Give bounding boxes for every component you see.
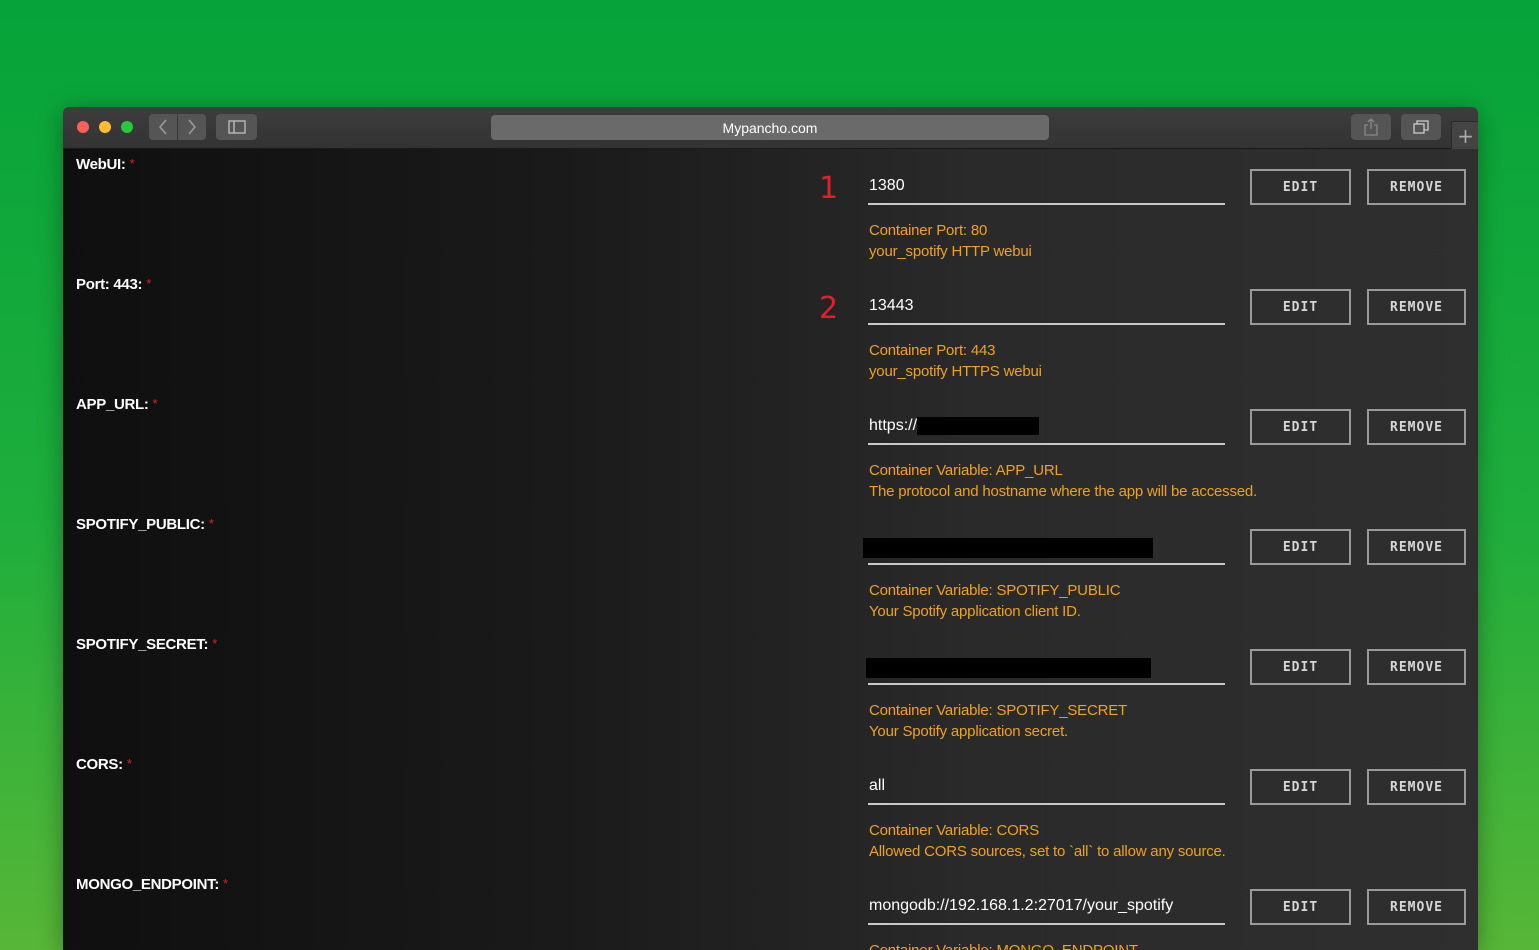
browser-window: Mypancho.com + WebUI: * 1 1380 EDIT REMOV…	[63, 107, 1478, 950]
edit-button[interactable]: EDIT	[1250, 289, 1351, 325]
back-button[interactable]	[149, 114, 177, 140]
description-line: your_spotify HTTPS webui	[869, 363, 1042, 380]
edit-button[interactable]: EDIT	[1250, 769, 1351, 805]
required-asterisk: *	[152, 396, 158, 411]
edit-button[interactable]: EDIT	[1250, 889, 1351, 925]
required-asterisk: *	[126, 756, 132, 771]
value-text: 1380	[869, 177, 905, 194]
description-line: The protocol and hostname where the app …	[869, 483, 1258, 500]
setting-label: Port: 443: *	[76, 276, 151, 293]
address-bar[interactable]: Mypancho.com	[491, 115, 1049, 140]
annotation-marker: 1	[819, 171, 839, 206]
new-tab-button[interactable]: +	[1451, 121, 1478, 149]
share-button[interactable]	[1351, 114, 1391, 140]
value-input[interactable]: 13443	[868, 287, 1225, 325]
setting-label-text: CORS:	[76, 756, 123, 773]
edit-button[interactable]: EDIT	[1250, 169, 1351, 205]
description-line: Container Variable: SPOTIFY_PUBLIC	[869, 582, 1121, 599]
redacted-block	[863, 538, 1153, 558]
redacted-block	[917, 416, 1040, 435]
description-line: Container Variable: MONGO_ENDPOINT	[869, 940, 1138, 950]
setting-description: Container Port: 443 your_spotify HTTPS w…	[869, 340, 1042, 382]
setting-description: Container Variable: APP_URL The protocol…	[869, 460, 1257, 502]
remove-button[interactable]: REMOVE	[1367, 649, 1466, 685]
description-line: Container Port: 443	[869, 342, 996, 359]
value-input[interactable]: https://	[868, 407, 1225, 445]
remove-button[interactable]: REMOVE	[1367, 169, 1466, 205]
description-line: Container Variable: SPOTIFY_SECRET	[869, 702, 1128, 719]
edit-button[interactable]: EDIT	[1250, 649, 1351, 685]
required-asterisk: *	[129, 156, 135, 171]
edit-button[interactable]: EDIT	[1250, 409, 1351, 445]
required-asterisk: *	[146, 276, 151, 291]
value-input[interactable]: all	[868, 767, 1225, 805]
plus-icon: +	[1457, 123, 1474, 148]
remove-button[interactable]: REMOVE	[1367, 889, 1466, 925]
description-line: Allowed CORS sources, set to `all` to al…	[869, 843, 1226, 860]
description-line: Your Spotify application secret.	[869, 723, 1069, 740]
remove-button[interactable]: REMOVE	[1367, 769, 1466, 805]
setting-description: Container Variable: SPOTIFY_PUBLIC Your …	[869, 580, 1121, 622]
zoom-window-button[interactable]	[121, 121, 133, 133]
share-icon	[1364, 118, 1378, 136]
setting-description: Container Variable: CORS Allowed CORS so…	[869, 820, 1226, 862]
description-line: Container Variable: APP_URL	[869, 462, 1063, 479]
setting-row-cors: CORS: * all EDIT REMOVE Container Variabl…	[63, 749, 1478, 869]
close-window-button[interactable]	[77, 121, 89, 133]
edit-button[interactable]: EDIT	[1250, 529, 1351, 565]
value-text: 13443	[869, 297, 914, 314]
remove-button[interactable]: REMOVE	[1367, 289, 1466, 325]
setting-label: SPOTIFY_SECRET: *	[76, 636, 217, 653]
setting-description: Container Variable: MONGO_ENDPOINT	[869, 940, 1138, 950]
show-tabs-button[interactable]	[1401, 114, 1441, 140]
value-input[interactable]: 1380	[868, 167, 1225, 205]
setting-label: MONGO_ENDPOINT: *	[76, 876, 228, 893]
value-text: https://	[869, 417, 918, 434]
setting-row-webui: WebUI: * 1 1380 EDIT REMOVE Container Por…	[63, 149, 1478, 269]
setting-label: CORS: *	[76, 756, 132, 773]
description-line: Container Variable: CORS	[869, 822, 1039, 839]
sidebar-icon	[227, 120, 246, 134]
annotation-marker: 2	[819, 291, 839, 326]
setting-label: APP_URL: *	[76, 396, 158, 413]
setting-label: SPOTIFY_PUBLIC: *	[76, 516, 214, 533]
setting-label-text: APP_URL:	[76, 396, 149, 413]
setting-row-mongo-endpoint: MONGO_ENDPOINT: * mongodb://192.168.1.2:2…	[63, 869, 1478, 950]
forward-button[interactable]	[178, 114, 206, 140]
sidebar-toggle-button[interactable]	[216, 114, 257, 140]
tabs-overview-icon	[1413, 120, 1429, 134]
description-line: Container Port: 80	[869, 222, 988, 239]
address-bar-url: Mypancho.com	[722, 119, 818, 136]
remove-button[interactable]: REMOVE	[1367, 409, 1466, 445]
setting-label-text: SPOTIFY_PUBLIC:	[76, 516, 205, 533]
setting-label-text: WebUI:	[76, 156, 126, 173]
setting-row-spotify-secret: SPOTIFY_SECRET: * EDIT REMOVE Container V…	[63, 629, 1478, 749]
redacted-block	[866, 658, 1151, 678]
description-line: Your Spotify application client ID.	[869, 603, 1081, 620]
setting-description: Container Variable: SPOTIFY_SECRET Your …	[869, 700, 1127, 742]
value-text: mongodb://192.168.1.2:27017/your_spotify	[869, 897, 1174, 914]
setting-row-spotify-public: SPOTIFY_PUBLIC: * EDIT REMOVE Container V…	[63, 509, 1478, 629]
setting-row-port-443: Port: 443: * 2 13443 EDIT REMOVE Containe…	[63, 269, 1478, 389]
value-input[interactable]: mongodb://192.168.1.2:27017/your_spotify	[868, 887, 1225, 925]
chevron-left-icon	[158, 119, 167, 135]
required-asterisk: *	[208, 516, 214, 531]
setting-description: Container Port: 80 your_spotify HTTP web…	[869, 220, 1032, 262]
minimize-window-button[interactable]	[99, 121, 111, 133]
setting-label: WebUI: *	[76, 156, 135, 173]
required-asterisk: *	[212, 636, 217, 651]
page-content: WebUI: * 1 1380 EDIT REMOVE Container Por…	[63, 149, 1478, 950]
description-line: your_spotify HTTP webui	[869, 243, 1032, 260]
remove-button[interactable]: REMOVE	[1367, 529, 1466, 565]
setting-label-text: SPOTIFY_SECRET:	[76, 636, 209, 653]
setting-label-text: MONGO_ENDPOINT:	[76, 876, 220, 893]
setting-label-text: Port: 443:	[76, 276, 143, 293]
required-asterisk: *	[223, 876, 228, 891]
title-bar: Mypancho.com +	[63, 107, 1478, 149]
setting-row-app-url: APP_URL: * https:// EDIT REMOVE Container…	[63, 389, 1478, 509]
value-text: all	[869, 777, 886, 794]
chevron-right-icon	[188, 119, 197, 135]
